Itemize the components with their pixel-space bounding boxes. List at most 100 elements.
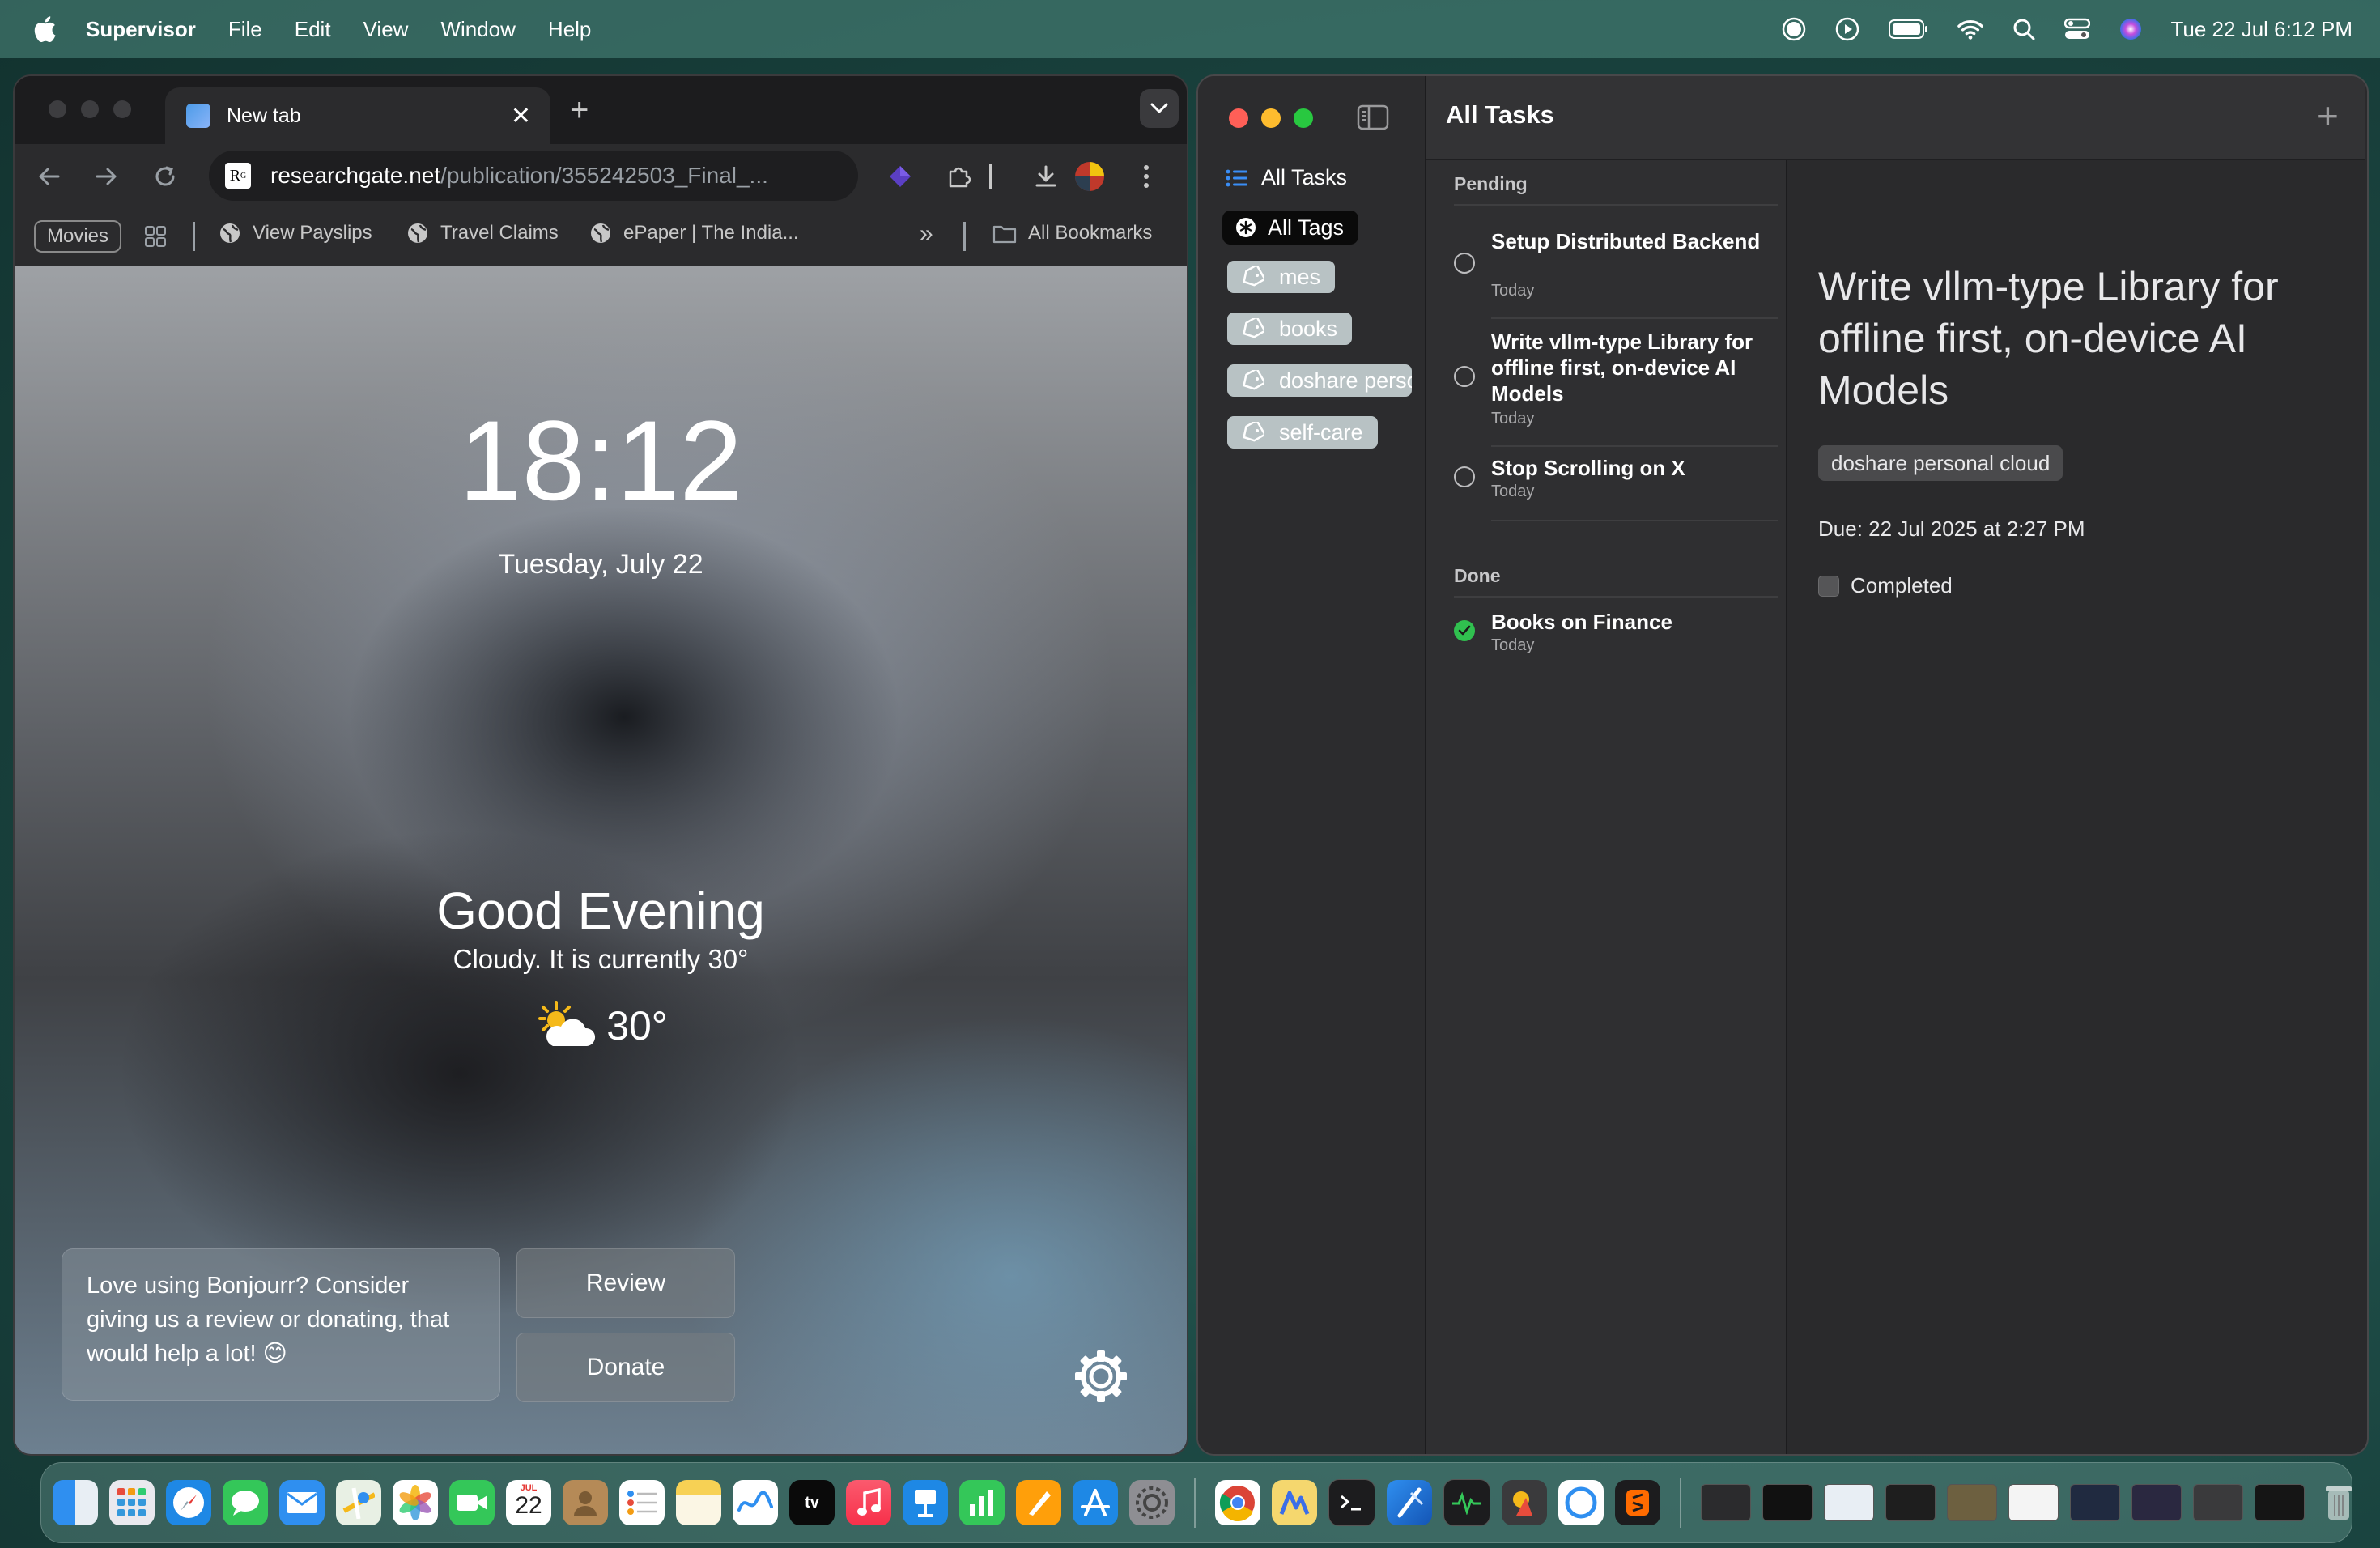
task-checkbox[interactable] [1454,466,1475,487]
bookmark-travel-claims[interactable]: Travel Claims [406,222,559,245]
task-checkbox[interactable] [1454,253,1475,274]
minimized-window-thumbnail[interactable] [1824,1484,1874,1521]
extensions-puzzle-icon[interactable] [941,159,976,194]
extension-purple-icon[interactable] [882,159,918,194]
task-item[interactable]: Setup Distributed Backend Today [1454,228,1778,329]
apple-tv-icon[interactable]: tv [789,1480,835,1525]
minimized-window-thumbnail[interactable] [2255,1484,2305,1521]
task-item[interactable]: Write vllm-type Library for offline firs… [1454,329,1778,455]
freeform-icon[interactable] [733,1480,778,1525]
menu-view[interactable]: View [363,17,409,42]
menu-window[interactable]: Window [440,17,515,42]
notes-icon[interactable] [676,1480,721,1525]
minimized-window-thumbnail[interactable] [2131,1484,2182,1521]
task-item[interactable]: Books on Finance Today [1454,609,1778,674]
system-settings-icon[interactable] [1129,1480,1175,1525]
sidebar-tag-books[interactable]: books [1227,313,1353,345]
sidebar-tag-self-care[interactable]: self-care [1227,416,1378,449]
window-close-button[interactable] [1229,108,1248,128]
photo-editor-icon[interactable] [1502,1480,1547,1525]
task-checkbox[interactable] [1454,366,1475,387]
safari-icon[interactable] [166,1480,211,1525]
detail-due-date[interactable]: Due: 22 Jul 2025 at 2:27 PM [1818,517,2085,542]
sidebar-tag-doshare[interactable]: doshare personal cloud [1227,364,1412,397]
apple-icon[interactable] [32,15,57,43]
app-store-icon[interactable] [1073,1480,1118,1525]
menu-clock[interactable]: Tue 22 Jul 6:12 PM [2171,17,2353,42]
numbers-icon[interactable] [959,1480,1005,1525]
facetime-icon[interactable] [449,1480,495,1525]
xcode-icon[interactable] [1387,1480,1432,1525]
calendar-icon[interactable]: JUL 22 [506,1480,551,1525]
completed-checkbox[interactable]: Completed [1818,573,1953,598]
review-button[interactable]: Review [516,1248,735,1318]
profile-avatar[interactable] [1072,159,1107,194]
minimized-window-thumbnail[interactable] [2193,1484,2243,1521]
menu-help[interactable]: Help [548,17,591,42]
tab-new-tab[interactable]: New tab ✕ [165,87,550,144]
record-icon[interactable] [1781,16,1807,42]
minimized-window-thumbnail[interactable] [2008,1484,2059,1521]
tab-close-icon[interactable]: ✕ [511,102,531,130]
activity-monitor-icon[interactable] [1443,1479,1490,1526]
bookmark-view-payslips[interactable]: View Payslips [219,222,372,245]
tab-search-button[interactable] [1140,89,1179,128]
window-close-button[interactable] [49,100,66,118]
reminders-icon[interactable] [619,1480,665,1525]
task-done-checkmark-icon[interactable] [1454,620,1475,641]
trash-icon[interactable] [2316,1480,2361,1525]
window-minimize-button[interactable] [81,100,99,118]
chrome-icon[interactable] [1215,1480,1260,1525]
sidebar-item-all-tags[interactable]: All Tags [1222,211,1359,245]
signal-ring-icon[interactable] [1558,1480,1604,1525]
sidebar-item-all-tasks[interactable]: All Tasks [1226,165,1347,190]
bookmarks-overflow-button[interactable]: » [920,220,933,248]
keynote-icon[interactable] [903,1480,948,1525]
more-menu-icon[interactable] [1128,159,1164,194]
task-item[interactable]: Stop Scrolling on X Today [1454,455,1778,536]
terminal-icon[interactable] [1328,1479,1375,1526]
contacts-icon[interactable] [563,1480,608,1525]
download-icon[interactable] [1028,159,1064,194]
sidebar-toggle-icon[interactable] [1357,104,1389,131]
control-center-icon[interactable] [2063,16,2090,42]
detail-tag-badge[interactable]: doshare personal cloud [1818,445,2063,481]
donate-button[interactable]: Donate [516,1333,735,1402]
sublime-text-icon[interactable] [1615,1480,1660,1525]
back-button[interactable] [31,159,66,194]
pages-icon[interactable] [1016,1480,1061,1525]
sidebar-tag-mes[interactable]: mes [1227,261,1336,293]
add-task-button[interactable]: + [2317,94,2339,138]
wifi-icon[interactable] [1957,16,1983,42]
music-icon[interactable] [846,1480,891,1525]
messages-icon[interactable] [223,1480,268,1525]
siri-icon[interactable] [2118,16,2144,42]
play-icon[interactable] [1834,16,1860,42]
menu-edit[interactable]: Edit [295,17,331,42]
mail-icon[interactable] [279,1480,325,1525]
window-minimize-button[interactable] [1261,108,1281,128]
menu-file[interactable]: File [228,17,262,42]
minimized-window-thumbnail[interactable] [1947,1484,1997,1521]
forward-button[interactable] [89,159,125,194]
apps-grid-icon[interactable] [144,225,167,253]
window-zoom-button[interactable] [113,100,131,118]
photos-icon[interactable] [393,1480,438,1525]
address-bar[interactable]: RG researchgate.net/publication/35524250… [209,151,858,201]
search-icon[interactable] [2011,16,2037,42]
notion-like-app-icon[interactable] [1272,1480,1317,1525]
minimized-window-thumbnail[interactable] [1885,1484,1936,1521]
launchpad-icon[interactable] [109,1480,155,1525]
new-tab-button[interactable]: + [570,92,589,129]
settings-gear-icon[interactable] [1073,1349,1128,1404]
minimized-window-thumbnail[interactable] [1701,1484,1751,1521]
bookmark-movies[interactable]: Movies [34,220,122,253]
reload-button[interactable] [147,159,183,194]
minimized-window-thumbnail[interactable] [1762,1484,1813,1521]
minimized-window-thumbnail[interactable] [2070,1484,2120,1521]
bookmark-epaper[interactable]: ePaper | The India... [589,222,799,245]
battery-icon[interactable] [1888,16,1930,42]
finder-icon[interactable] [53,1480,98,1525]
all-bookmarks-button[interactable]: All Bookmarks [992,222,1152,245]
window-zoom-button[interactable] [1294,108,1313,128]
